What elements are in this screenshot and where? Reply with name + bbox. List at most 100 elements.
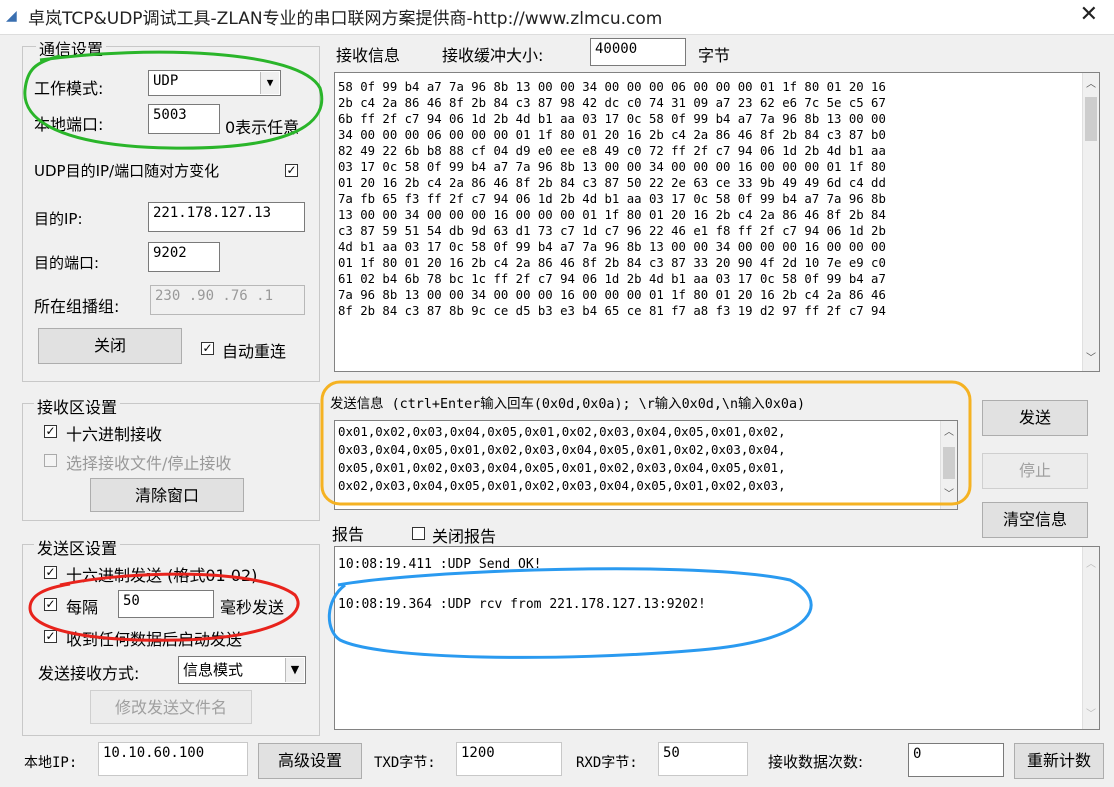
buffer-size-input[interactable]: 40000	[590, 38, 686, 66]
auto-send-checkbox[interactable]: ✓	[44, 630, 57, 643]
udp-change-checkbox[interactable]: ✓	[285, 164, 298, 177]
arrow-up-icon[interactable]: ︿	[1083, 557, 1099, 573]
reset-count-button[interactable]: 重新计数	[1014, 743, 1104, 779]
hex-recv-checkbox[interactable]: ✓	[44, 425, 57, 438]
arrow-down-icon[interactable]: ﹀	[1083, 351, 1099, 367]
auto-send-label: 收到任何数据后启动发送	[66, 630, 243, 649]
interval-input[interactable]: 50	[118, 590, 214, 618]
dest-ip-input[interactable]: 221.178.127.13	[148, 202, 305, 232]
close-report-label: 关闭报告	[432, 527, 497, 546]
multicast-input[interactable]: 230 .90 .76 .1	[150, 285, 305, 315]
send-settings-title: 发送区设置	[34, 535, 121, 559]
report-label: 报告	[332, 525, 365, 544]
local-port-label: 本地端口:	[34, 115, 104, 134]
close-window-button[interactable]: ✕	[1080, 2, 1098, 27]
receive-line: 03 17 0c 58 0f 99 b4 a7 7a 96 8b 13 00 0…	[338, 160, 886, 174]
work-mode-label: 工作模式:	[34, 79, 104, 98]
buffer-size-label: 接收缓冲大小:	[442, 46, 544, 65]
local-ip-label: 本地IP:	[24, 755, 78, 771]
modify-send-file-button[interactable]: 修改发送文件名	[90, 690, 252, 724]
receive-line: 82 49 22 6b b8 88 cf 04 d9 e0 ee e8 49 c…	[338, 144, 886, 158]
dest-port-label: 目的端口:	[34, 254, 100, 272]
report-textarea[interactable]: 10:08:19.411 :UDP Send OK! 10:08:19.364 …	[334, 546, 1100, 730]
receive-line: 34 00 00 00 06 00 00 00 01 1f 80 01 20 1…	[338, 128, 886, 142]
select-file-checkbox[interactable]	[44, 454, 57, 467]
recv-count-value: 0	[908, 743, 1004, 777]
receive-line: 7a fb 65 f3 ff 2f c7 94 06 1d 2b 4d b1 a…	[338, 192, 886, 206]
send-textarea[interactable]: 0x01,0x02,0x03,0x04,0x05,0x01,0x02,0x03,…	[334, 420, 958, 510]
local-ip-value: 10.10.60.100	[98, 742, 248, 776]
send-scrollbar[interactable]: ︿ ﹀	[940, 421, 957, 509]
receive-line: 8f 2b 84 c3 87 8b 9c ce d5 b3 e3 b4 65 c…	[338, 304, 886, 318]
arrow-up-icon[interactable]: ︿	[941, 425, 957, 441]
rxd-value: 50	[658, 742, 748, 776]
receive-line: 7a 96 8b 13 00 00 34 00 00 00 16 00 00 0…	[338, 288, 886, 302]
receive-line: 13 00 00 34 00 00 00 16 00 00 00 01 1f 8…	[338, 208, 886, 222]
every-interval-checkbox[interactable]: ✓	[44, 598, 57, 611]
close-connection-button[interactable]: 关闭	[38, 328, 182, 364]
comm-settings-title: 通信设置	[36, 36, 107, 60]
arrow-up-icon[interactable]: ︿	[1083, 77, 1099, 93]
receive-scrollbar[interactable]: ︿ ﹀	[1082, 73, 1099, 371]
send-line: 0x02,0x03,0x04,0x05,0x01,0x02,0x03,0x04,…	[338, 478, 786, 493]
udp-change-label: UDP目的IP/端口随对方变化	[34, 162, 220, 180]
hex-send-checkbox[interactable]: ✓	[44, 566, 57, 579]
local-port-hint: 0表示任意	[225, 118, 300, 137]
send-mode-label: 发送接收方式:	[38, 664, 140, 683]
buffer-unit-label: 字节	[698, 46, 731, 65]
recv-count-label: 接收数据次数:	[768, 753, 864, 771]
recv-settings-title: 接收区设置	[34, 394, 121, 418]
local-port-input[interactable]: 5003	[148, 104, 220, 134]
clear-window-button[interactable]: 清除窗口	[90, 478, 244, 512]
select-file-label: 选择接收文件/停止接收	[66, 454, 232, 473]
receive-line: 61 02 b4 6b 78 bc 1c ff 2f c7 94 06 1d 2…	[338, 272, 886, 286]
send-content: 0x01,0x02,0x03,0x04,0x05,0x01,0x02,0x03,…	[338, 423, 786, 495]
window-title: 卓岚TCP&UDP调试工具-ZLAN专业的串口联网方案提供商-http://ww…	[28, 9, 663, 29]
receive-info-label: 接收信息	[336, 46, 401, 65]
send-line: 0x05,0x01,0x02,0x03,0x04,0x05,0x01,0x02,…	[338, 460, 786, 475]
send-line: 0x03,0x04,0x05,0x01,0x02,0x03,0x04,0x05,…	[338, 442, 786, 457]
stop-button[interactable]: 停止	[982, 453, 1088, 489]
auto-reconnect-label: 自动重连	[222, 342, 287, 361]
interval-unit-label: 毫秒发送	[220, 598, 285, 617]
send-scroll-thumb[interactable]	[943, 447, 955, 479]
chevron-down-icon[interactable]: ▼	[285, 658, 304, 682]
dest-ip-label: 目的IP:	[34, 210, 83, 228]
arrow-down-icon[interactable]: ﹀	[1083, 707, 1099, 723]
title-bar: ◢ 卓岚TCP&UDP调试工具-ZLAN专业的串口联网方案提供商-http://…	[0, 0, 1114, 35]
report-scrollbar[interactable]: ︿ ﹀	[1082, 547, 1099, 729]
receive-line: c3 87 59 51 54 db 9d 63 d1 73 c7 1d c7 9…	[338, 224, 886, 238]
receive-scroll-thumb[interactable]	[1085, 97, 1097, 141]
advanced-settings-button[interactable]: 高级设置	[258, 743, 362, 779]
receive-textarea[interactable]: 58 0f 99 b4 a7 7a 96 8b 13 00 00 34 00 0…	[334, 72, 1100, 372]
close-report-checkbox[interactable]	[412, 527, 425, 540]
receive-content: 58 0f 99 b4 a7 7a 96 8b 13 00 00 34 00 0…	[338, 79, 886, 319]
dest-port-input[interactable]: 9202	[148, 242, 220, 272]
auto-reconnect-checkbox[interactable]: ✓	[201, 342, 214, 355]
send-mode-value: 信息模式	[183, 661, 244, 679]
receive-line: 4d b1 aa 03 17 0c 58 0f 99 b4 a7 7a 96 8…	[338, 240, 886, 254]
app-icon: ◢	[6, 8, 17, 24]
rxd-label: RXD字节:	[576, 755, 638, 771]
hex-send-label: 十六进制发送 (格式01 02)	[66, 566, 258, 585]
send-mode-select[interactable]: 信息模式 ▼	[178, 656, 306, 684]
receive-line: 58 0f 99 b4 a7 7a 96 8b 13 00 00 34 00 0…	[338, 80, 886, 94]
multicast-label: 所在组播组:	[34, 297, 120, 316]
work-mode-select[interactable]: UDP ▼	[148, 70, 281, 96]
arrow-down-icon[interactable]: ﹀	[941, 487, 957, 503]
receive-line: 6b ff 2f c7 94 06 1d 2b 4d b1 aa 03 17 0…	[338, 112, 886, 126]
report-line: 10:08:19.364 :UDP rcv from 221.178.127.1…	[338, 597, 706, 612]
send-info-label: 发送信息 (ctrl+Enter输入回车(0x0d,0x0a); \r输入0x0…	[330, 397, 806, 412]
receive-line: 2b c4 2a 86 46 8f 2b 84 c3 87 98 42 dc c…	[338, 96, 886, 110]
every-label: 每隔	[66, 598, 99, 617]
status-bar: 本地IP: 10.10.60.100 高级设置 TXD字节: 1200 RXD字…	[0, 738, 1114, 787]
chevron-down-icon[interactable]: ▼	[260, 72, 279, 94]
send-button[interactable]: 发送	[982, 400, 1088, 436]
receive-line: 01 1f 80 01 20 16 2b c4 2a 86 46 8f 2b 8…	[338, 256, 886, 270]
work-mode-value: UDP	[153, 73, 179, 89]
send-line: 0x01,0x02,0x03,0x04,0x05,0x01,0x02,0x03,…	[338, 424, 786, 439]
clear-info-button[interactable]: 清空信息	[982, 502, 1088, 538]
txd-label: TXD字节:	[374, 755, 436, 771]
txd-value: 1200	[456, 742, 562, 776]
receive-line: 01 20 16 2b c4 2a 86 46 8f 2b 84 c3 87 5…	[338, 176, 886, 190]
